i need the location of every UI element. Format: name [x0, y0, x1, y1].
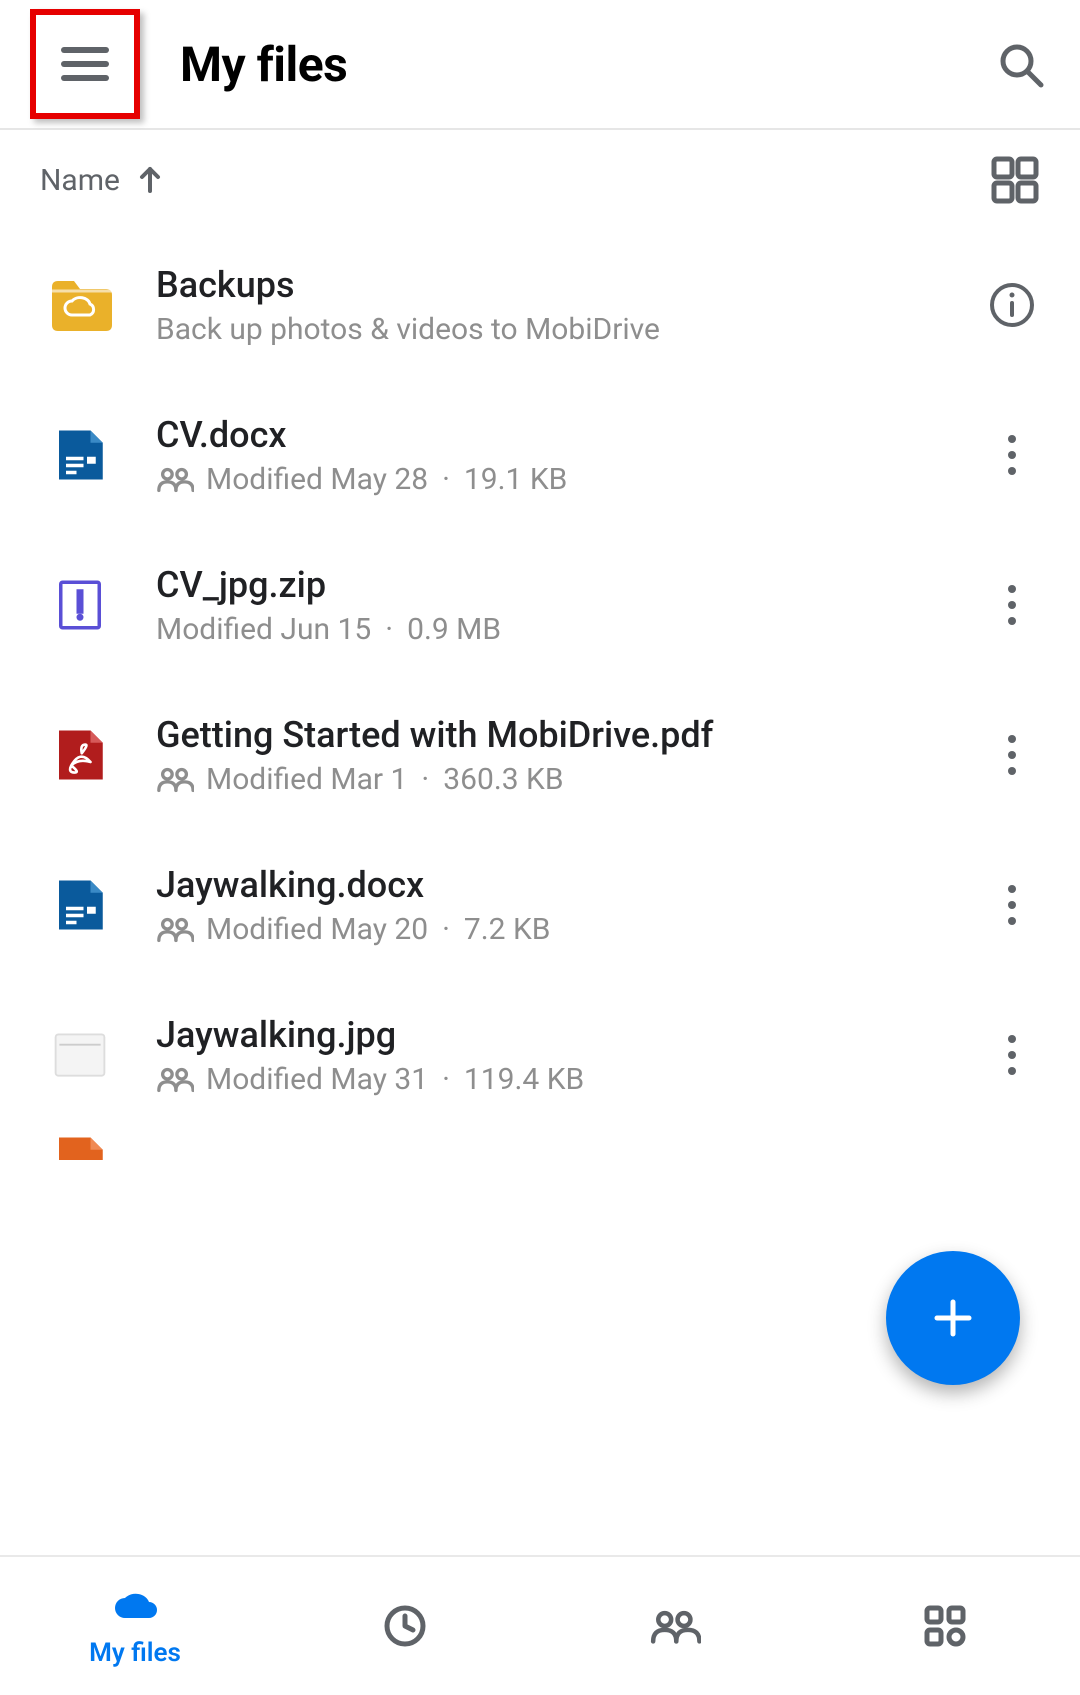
nav-shared[interactable]	[540, 1557, 810, 1695]
image-icon	[48, 1023, 112, 1087]
more-icon	[1000, 585, 1024, 625]
sort-label[interactable]: Name	[40, 163, 120, 198]
fab-add-button[interactable]	[886, 1251, 1020, 1385]
more-icon	[1000, 735, 1024, 775]
cloud-icon	[107, 1584, 163, 1632]
more-button[interactable]	[984, 577, 1040, 633]
file-name: CV_jpg.zip	[156, 564, 964, 606]
nav-apps[interactable]	[810, 1557, 1080, 1695]
bottom-nav: My files	[0, 1555, 1080, 1695]
list-item[interactable]: CV_jpg.zip Modified Jun 15 · 0.9 MB	[0, 530, 1080, 680]
ppt-icon	[48, 1130, 112, 1160]
list-item[interactable]: CV.docx Modified May 28 · 19.1 KB	[0, 380, 1080, 530]
file-name: Getting Started with MobiDrive.pdf	[156, 714, 964, 756]
list-item[interactable]: Backups Back up photos & videos to MobiD…	[0, 230, 1080, 380]
file-name: Backups	[156, 264, 964, 306]
docx-icon	[48, 873, 112, 937]
list-item-peek	[0, 1130, 1080, 1160]
sort-bar: Name	[0, 130, 1080, 230]
app-bar: My files	[0, 0, 1080, 130]
more-button[interactable]	[984, 1027, 1040, 1083]
shared-icon	[156, 915, 194, 943]
file-subtitle: Modified Jun 15 · 0.9 MB	[156, 612, 964, 647]
more-icon	[1000, 885, 1024, 925]
file-subtitle: Modified May 20 · 7.2 KB	[156, 912, 964, 947]
hamburger-icon	[61, 47, 109, 81]
file-subtitle: Modified May 28 · 19.1 KB	[156, 462, 964, 497]
sort-asc-icon[interactable]	[136, 165, 164, 195]
list-item[interactable]: Jaywalking.jpg Modified May 31 · 119.4 K…	[0, 980, 1080, 1130]
file-list: Backups Back up photos & videos to MobiD…	[0, 230, 1080, 1555]
list-item[interactable]: Getting Started with MobiDrive.pdf Modif…	[0, 680, 1080, 830]
more-button[interactable]	[984, 727, 1040, 783]
more-button[interactable]	[984, 427, 1040, 483]
shared-icon	[156, 1065, 194, 1093]
plus-icon	[931, 1296, 975, 1340]
shared-icon	[156, 465, 194, 493]
nav-recent[interactable]	[270, 1557, 540, 1695]
people-icon	[649, 1602, 701, 1650]
file-subtitle: Modified Mar 1 · 360.3 KB	[156, 762, 964, 797]
more-icon	[1000, 435, 1024, 475]
dashboard-icon	[921, 1602, 969, 1650]
list-item[interactable]: Jaywalking.docx Modified May 20 · 7.2 KB	[0, 830, 1080, 980]
file-name: CV.docx	[156, 414, 964, 456]
zip-icon	[48, 573, 112, 637]
page-title: My files	[180, 36, 990, 93]
nav-myfiles[interactable]: My files	[0, 1557, 270, 1695]
search-button[interactable]	[990, 34, 1050, 94]
pdf-icon	[48, 723, 112, 787]
shared-icon	[156, 765, 194, 793]
info-icon	[988, 281, 1036, 329]
grid-view-icon	[990, 155, 1040, 205]
file-subtitle: Back up photos & videos to MobiDrive	[156, 312, 964, 347]
docx-icon	[48, 423, 112, 487]
file-name: Jaywalking.jpg	[156, 1014, 964, 1056]
clock-icon	[381, 1602, 429, 1650]
menu-button[interactable]	[30, 9, 140, 119]
search-icon	[995, 39, 1045, 89]
file-subtitle: Modified May 31 · 119.4 KB	[156, 1062, 964, 1097]
view-toggle-button[interactable]	[990, 155, 1040, 205]
more-button[interactable]	[984, 877, 1040, 933]
more-icon	[1000, 1035, 1024, 1075]
info-button[interactable]	[984, 277, 1040, 333]
file-name: Jaywalking.docx	[156, 864, 964, 906]
folder-cloud-icon	[48, 273, 112, 337]
